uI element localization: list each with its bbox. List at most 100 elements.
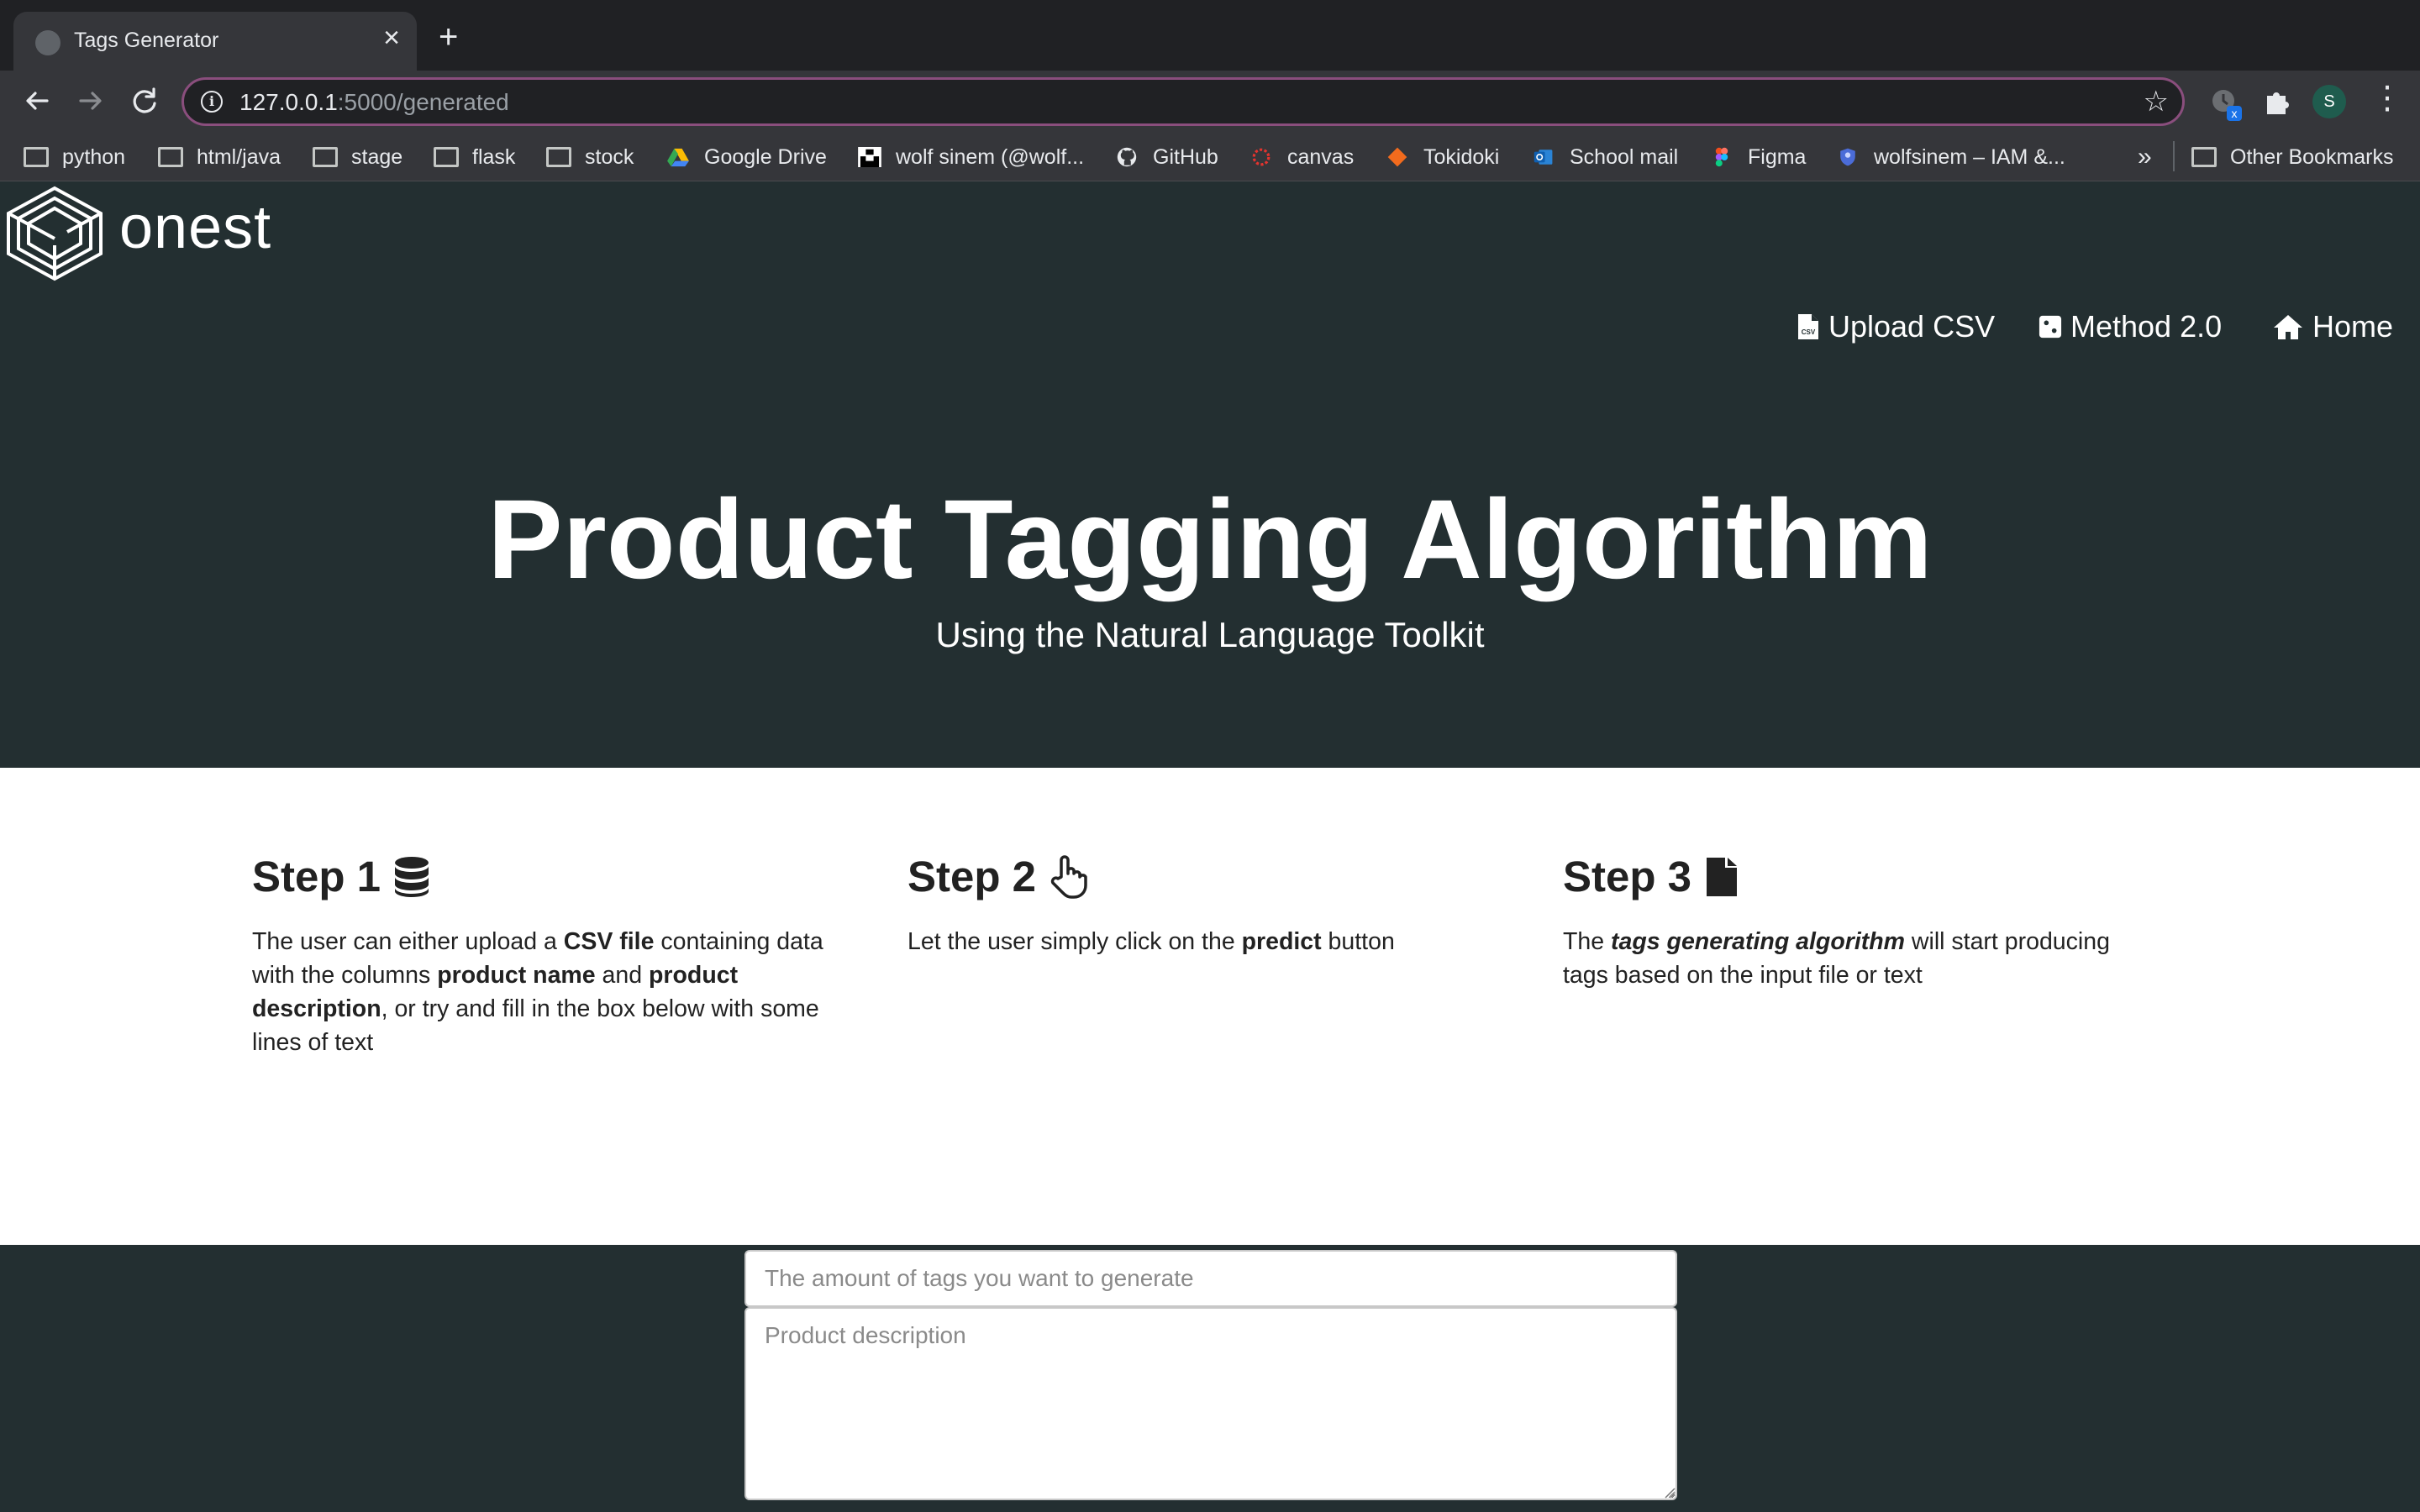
new-tab-button[interactable]: + [439, 20, 458, 54]
bookmarks-bar: python html/java stage flask stock Googl… [0, 133, 2420, 181]
bookmark-stock[interactable]: stock [546, 144, 634, 170]
bookmarks-overflow-button[interactable]: » [2138, 143, 2152, 171]
profile-avatar[interactable]: S [2312, 85, 2346, 118]
folder-icon [24, 147, 49, 167]
svg-text:CSV: CSV [1802, 328, 1816, 336]
url-host: 127.0.0.1 [239, 89, 338, 115]
reload-icon[interactable] [126, 82, 163, 119]
file-icon [1707, 857, 1738, 896]
tag-amount-input[interactable] [744, 1250, 1677, 1307]
github-icon [1117, 147, 1137, 167]
bookmark-stage[interactable]: stage [313, 144, 402, 170]
bookmarks-separator [2173, 141, 2175, 171]
bookmark-label: canvas [1287, 144, 1355, 169]
bookmark-label: html/java [197, 144, 281, 169]
bookmark-python[interactable]: python [24, 144, 125, 170]
back-icon[interactable] [18, 82, 55, 119]
url-path: :5000/generated [337, 89, 509, 115]
folder-icon [2191, 147, 2217, 167]
folder-icon [546, 147, 571, 167]
bookmark-label: flask [472, 144, 516, 169]
product-description-textarea[interactable] [744, 1307, 1677, 1500]
bookmark-label: School mail [1570, 144, 1679, 169]
bookmark-aws-iam[interactable]: wolfsinem – IAM &... [1835, 144, 2065, 170]
globe-icon [35, 30, 60, 55]
nav-upload-csv-label: Upload CSV [1828, 309, 1996, 344]
bookmark-star-icon[interactable]: ☆ [2144, 85, 2169, 118]
onest-logo-icon[interactable] [0, 185, 109, 282]
step-1-heading: Step 1 [252, 852, 840, 901]
browser-tab[interactable]: Tags Generator × [13, 12, 417, 71]
bookmark-figma[interactable]: Figma [1709, 144, 1806, 170]
bookmark-label: wolf sinem (@wolf... [896, 144, 1085, 169]
bookmark-github[interactable]: GitHub [1114, 144, 1218, 170]
folder-icon [434, 147, 459, 167]
hero-subtitle: Using the Natural Language Toolkit [935, 615, 1485, 654]
site-info-icon[interactable]: i [201, 91, 223, 113]
more-menu-icon[interactable]: ⋮ [2371, 79, 2403, 117]
bookmark-tokidoki[interactable]: Tokidoki [1385, 144, 1499, 170]
bookmark-label: GitHub [1153, 144, 1218, 169]
csv-file-icon: CSV [1798, 314, 1818, 339]
database-icon [395, 856, 429, 897]
dice-icon [2039, 315, 2062, 339]
bookmark-label: Figma [1748, 144, 1807, 169]
bookmark-google-drive[interactable]: Google Drive [666, 144, 827, 170]
bookmark-label: wolfsinem – IAM &... [1874, 144, 2065, 169]
google-drive-icon [667, 148, 689, 167]
step-3: Step 3 The tags generating algorithm wil… [1563, 852, 2151, 992]
hero-title: Product Tagging Algorithm [487, 477, 1933, 602]
shield-icon [1840, 148, 1855, 166]
close-tab-icon[interactable]: × [383, 24, 400, 52]
nav-method-label: Method 2.0 [2070, 309, 2223, 344]
bookmark-canvas[interactable]: canvas [1249, 144, 1354, 170]
bookmark-other[interactable]: Other Bookmarks [2191, 144, 2394, 170]
step-2: Step 2 Let the user simply click on the … [908, 852, 1496, 958]
url-text[interactable]: 127.0.0.1:5000/generated [239, 89, 509, 116]
browser-toolbar: i 127.0.0.1:5000/generated ☆ x S ⋮ [0, 71, 2420, 133]
step-1-text: The user can either upload a CSV file co… [252, 928, 823, 1056]
nav-upload-csv[interactable]: CSV Upload CSV [1797, 306, 1995, 348]
step-2-heading: Step 2 [908, 852, 1496, 901]
step-1-title: Step 1 [252, 853, 381, 900]
nav-home[interactable]: Home [2272, 306, 2393, 348]
resize-grip-icon[interactable] [1662, 1485, 1676, 1499]
logo-text[interactable]: onest [119, 193, 271, 262]
step-2-title: Step 2 [908, 853, 1037, 900]
step-3-heading: Step 3 [1563, 852, 2151, 901]
folder-icon [158, 147, 183, 167]
tab-title: Tags Generator [74, 29, 219, 52]
tokidoki-icon [1387, 147, 1407, 167]
browser-tabstrip: Tags Generator × + [0, 0, 2420, 71]
bookmark-label: Google Drive [704, 144, 827, 169]
bookmark-label: Other Bookmarks [2230, 144, 2394, 169]
step-3-text: The tags generating algorithm will start… [1563, 928, 2110, 989]
step-3-title: Step 3 [1563, 853, 1692, 900]
bookmark-school-mail[interactable]: School mail [1531, 144, 1678, 170]
bookmark-label: stock [585, 144, 634, 169]
nav-home-label: Home [2312, 309, 2394, 344]
pointer-hand-icon [1050, 854, 1087, 899]
forward-icon[interactable] [72, 82, 109, 119]
bookmark-label: Tokidoki [1423, 144, 1500, 169]
unsplash-icon [858, 147, 881, 167]
extension-badge: x [2232, 107, 2238, 120]
step-2-text: Let the user simply click on the predict… [908, 928, 1395, 955]
getting-started-title: Getting Started [1022, 1175, 1398, 1233]
canvas-icon [1252, 148, 1270, 166]
page-content: onest CSV Upload CSV Method 2.0 Home Pro… [0, 181, 2420, 1512]
step-1: Step 1 The user can either upload a CSV … [252, 852, 840, 1059]
bookmark-label: python [62, 144, 126, 169]
folder-icon [313, 147, 338, 167]
bookmark-html-java[interactable]: html/java [158, 144, 281, 170]
steps-section: Step 1 The user can either upload a CSV … [0, 768, 2420, 1245]
extensions-puzzle-icon[interactable] [2260, 86, 2294, 119]
outlook-icon [1534, 150, 1553, 165]
bookmark-unsplash[interactable]: wolf sinem (@wolf... [857, 144, 1084, 170]
bookmark-flask[interactable]: flask [434, 144, 515, 170]
address-bar[interactable]: i 127.0.0.1:5000/generated ☆ [182, 77, 2185, 126]
figma-icon [1715, 147, 1728, 167]
nav-method[interactable]: Method 2.0 [2039, 306, 2222, 348]
bookmark-label: stage [351, 144, 403, 169]
extension-clock-icon[interactable]: x [2208, 86, 2245, 123]
